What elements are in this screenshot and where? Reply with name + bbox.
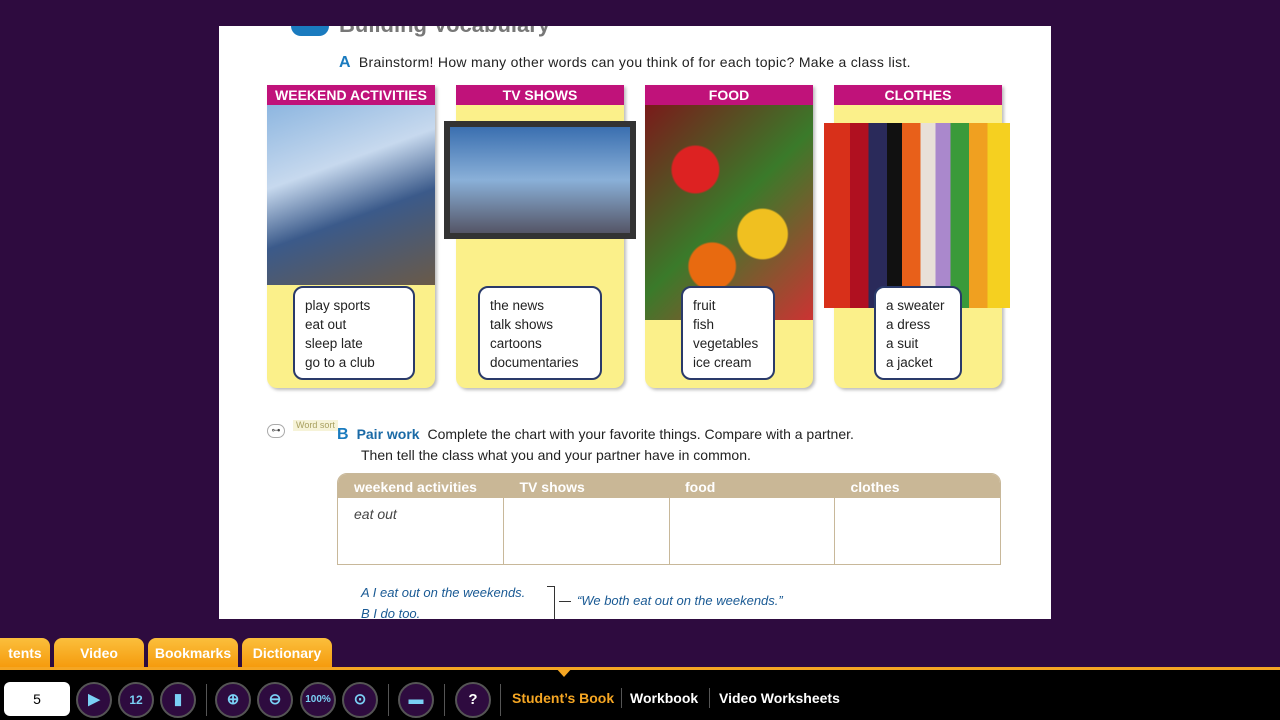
- answer-key-icon[interactable]: ⊶: [267, 424, 285, 438]
- conversation: A I eat out on the weekends. B I do too.: [361, 585, 526, 619]
- zoom-in-icon[interactable]: ⊕: [215, 682, 251, 718]
- play-icon[interactable]: ▶: [76, 682, 112, 718]
- exercise-a-instruction: A Brainstorm! How many other words can yo…: [339, 54, 911, 71]
- toolbox-icon[interactable]: ▬: [398, 682, 434, 718]
- help-button[interactable]: ?: [455, 682, 491, 718]
- card-weekend-activities: WEEKEND ACTIVITIES play sports eat out sle…: [267, 85, 435, 388]
- bookmark-icon[interactable]: ▮: [160, 682, 196, 718]
- table-cell[interactable]: [670, 498, 836, 564]
- word-list: play sports eat out sleep late go to a club: [293, 286, 415, 380]
- page-number-input[interactable]: [4, 682, 70, 716]
- word-list: a sweater a dress a suit a jacket: [874, 286, 962, 380]
- exercise-b-instruction: B Pair work Complete the chart with your …: [337, 426, 854, 463]
- table-cell[interactable]: [835, 498, 1000, 564]
- link-students-book[interactable]: Student’s Book: [512, 690, 614, 706]
- tab-dictionary[interactable]: Dictionary: [242, 638, 332, 668]
- word-sort-button[interactable]: Word sort: [293, 420, 338, 431]
- table-cell[interactable]: [504, 498, 670, 564]
- section-title: Building Vocabulary: [291, 26, 550, 38]
- book-page: Building Vocabulary ABrainstorm! How man…: [219, 26, 1051, 619]
- two-page-view-icon[interactable]: 12: [118, 682, 154, 718]
- zoom-out-icon[interactable]: ⊖: [257, 682, 293, 718]
- active-indicator: [555, 667, 573, 677]
- link-workbook[interactable]: Workbook: [630, 690, 698, 706]
- word-list: fruit fish vegetables ice cream: [681, 286, 775, 380]
- zoom-100-button[interactable]: 100%: [300, 682, 336, 718]
- word-list: the news talk shows cartoons documentaries: [478, 286, 602, 380]
- tab-video[interactable]: Video: [54, 638, 144, 668]
- tab-contents[interactable]: tents: [0, 638, 50, 668]
- conclusion: “We both eat out on the weekends.”: [559, 593, 783, 608]
- card-tv-shows: TV SHOWS the news talk shows cartoons docum…: [444, 85, 636, 388]
- clothes-photo: [824, 123, 1010, 308]
- tab-bookmarks[interactable]: Bookmarks: [148, 638, 238, 668]
- tab-bar: tents Video Bookmarks Dictionary: [0, 638, 336, 668]
- table-cell[interactable]: eat out: [338, 498, 504, 564]
- basketball-photo: [267, 105, 435, 285]
- toolbar: ▶ 12 ▮ ⊕ ⊖ 100% ⊙ ▬ ? Student’s Book Wor…: [0, 667, 1280, 720]
- favorites-chart: weekend activities TV shows food clothes ea…: [337, 473, 1001, 565]
- bracket: [547, 586, 555, 619]
- tv-photo: [444, 121, 636, 239]
- card-clothes: CLOTHES a sweater a dress a suit a jacket: [824, 85, 1010, 388]
- zoom-area-icon[interactable]: ⊙: [342, 682, 378, 718]
- link-video-worksheets[interactable]: Video Worksheets: [719, 690, 840, 706]
- card-food: FOOD fruit fish vegetables ice cream: [645, 85, 813, 388]
